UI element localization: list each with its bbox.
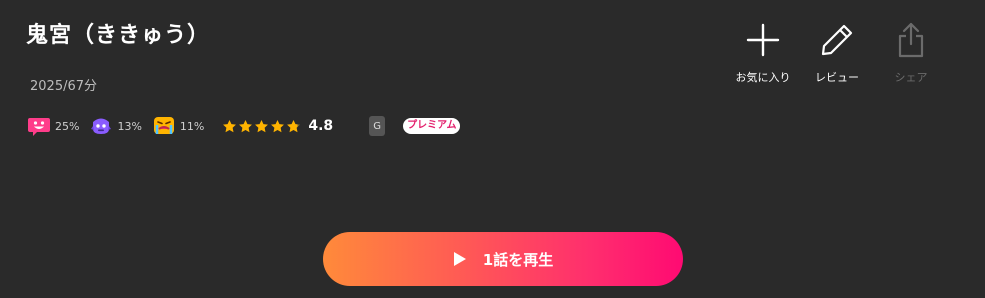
plus-icon	[746, 23, 780, 57]
star-icon	[223, 119, 237, 132]
age-rating-badge: G	[369, 116, 386, 136]
review-label: レビュー	[815, 71, 859, 84]
share-icon	[898, 22, 924, 58]
action-buttons: お気に入り レビュー シェア	[725, 20, 947, 85]
page-title: 鬼宮（ききゅう）	[26, 23, 211, 48]
play-icon	[453, 252, 466, 266]
crying-face-icon	[153, 117, 174, 134]
star-icon	[239, 119, 253, 132]
premium-badge: プレミアム	[403, 118, 461, 134]
grinning-face-icon	[28, 118, 50, 136]
star-icon	[271, 119, 285, 132]
share-button[interactable]: シェア	[873, 20, 949, 85]
reaction-cry[interactable]: 11%	[152, 114, 204, 138]
review-button[interactable]: レビュー	[799, 20, 875, 85]
play-button-label: 1話を再生	[482, 250, 554, 269]
reaction-bar: 25% 13% 11% 4.8 G プレミアム	[27, 112, 461, 140]
rating-value: 4.8	[308, 118, 334, 134]
star-icon	[255, 119, 269, 132]
star-rating: 4.8	[222, 118, 333, 134]
reaction-laugh[interactable]: 25%	[27, 114, 79, 138]
star-partial-icon	[287, 119, 301, 132]
release-year-duration: 2025/67分	[30, 79, 98, 94]
purple-monster-face-icon	[91, 118, 112, 134]
reaction-laugh-percent: 25%	[55, 119, 80, 133]
pencil-icon	[821, 24, 853, 56]
favorite-label: お気に入り	[735, 71, 791, 84]
reaction-scary-percent: 13%	[117, 119, 142, 133]
reaction-scary[interactable]: 13%	[89, 114, 142, 138]
share-label: シェア	[894, 71, 928, 84]
play-episode-button[interactable]: 1話を再生	[323, 232, 683, 286]
favorite-button[interactable]: お気に入り	[725, 20, 801, 85]
reaction-cry-percent: 11%	[179, 119, 205, 133]
